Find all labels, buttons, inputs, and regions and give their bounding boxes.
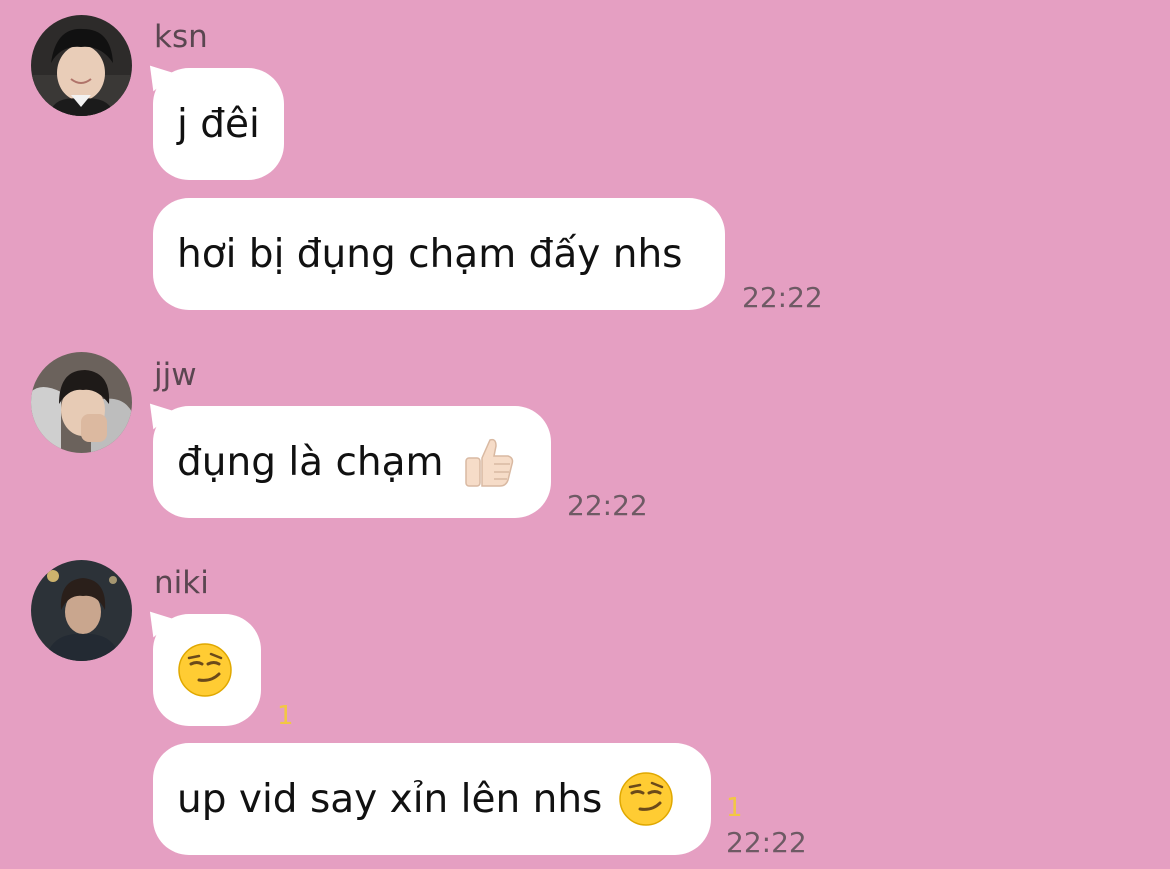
smirk-face-icon xyxy=(177,642,233,698)
message-bubble[interactable]: up vid say xỉn lên nhs xyxy=(153,743,711,855)
message-time: 22:22 xyxy=(567,489,648,522)
message-bubble[interactable]: j đêi xyxy=(139,56,284,180)
bubble-tail xyxy=(139,394,175,430)
smirk-face-icon xyxy=(618,771,674,827)
unread-count: 1 xyxy=(726,793,743,823)
message-bubble[interactable]: hơi bị đụng chạm đấy nhs xyxy=(153,198,725,310)
sender-name: jjw xyxy=(154,357,197,393)
chat-area[interactable]: ksn j đêi hơi bị đụng chạm đấy nhs 22:22… xyxy=(0,0,1170,869)
message-time: 22:22 xyxy=(726,826,807,859)
thumbs-up-icon xyxy=(460,434,516,490)
ksn-avatar[interactable] xyxy=(31,15,132,116)
message-bubble[interactable]: đụng là chạm xyxy=(139,394,551,518)
jjw-avatar[interactable] xyxy=(31,352,132,453)
message-text: up vid say xỉn lên nhs xyxy=(177,776,603,822)
message-time: 22:22 xyxy=(742,281,823,314)
niki-avatar[interactable] xyxy=(31,560,132,661)
sender-name: niki xyxy=(154,565,209,601)
message-text: j đêi xyxy=(177,101,260,147)
bubble-tail xyxy=(139,602,175,638)
sender-name: ksn xyxy=(154,19,208,55)
bubble-tail xyxy=(139,56,175,92)
message-bubble[interactable] xyxy=(139,602,261,726)
message-text: đụng là chạm xyxy=(177,439,444,485)
message-text: hơi bị đụng chạm đấy nhs xyxy=(177,231,683,277)
unread-count: 1 xyxy=(277,701,294,731)
